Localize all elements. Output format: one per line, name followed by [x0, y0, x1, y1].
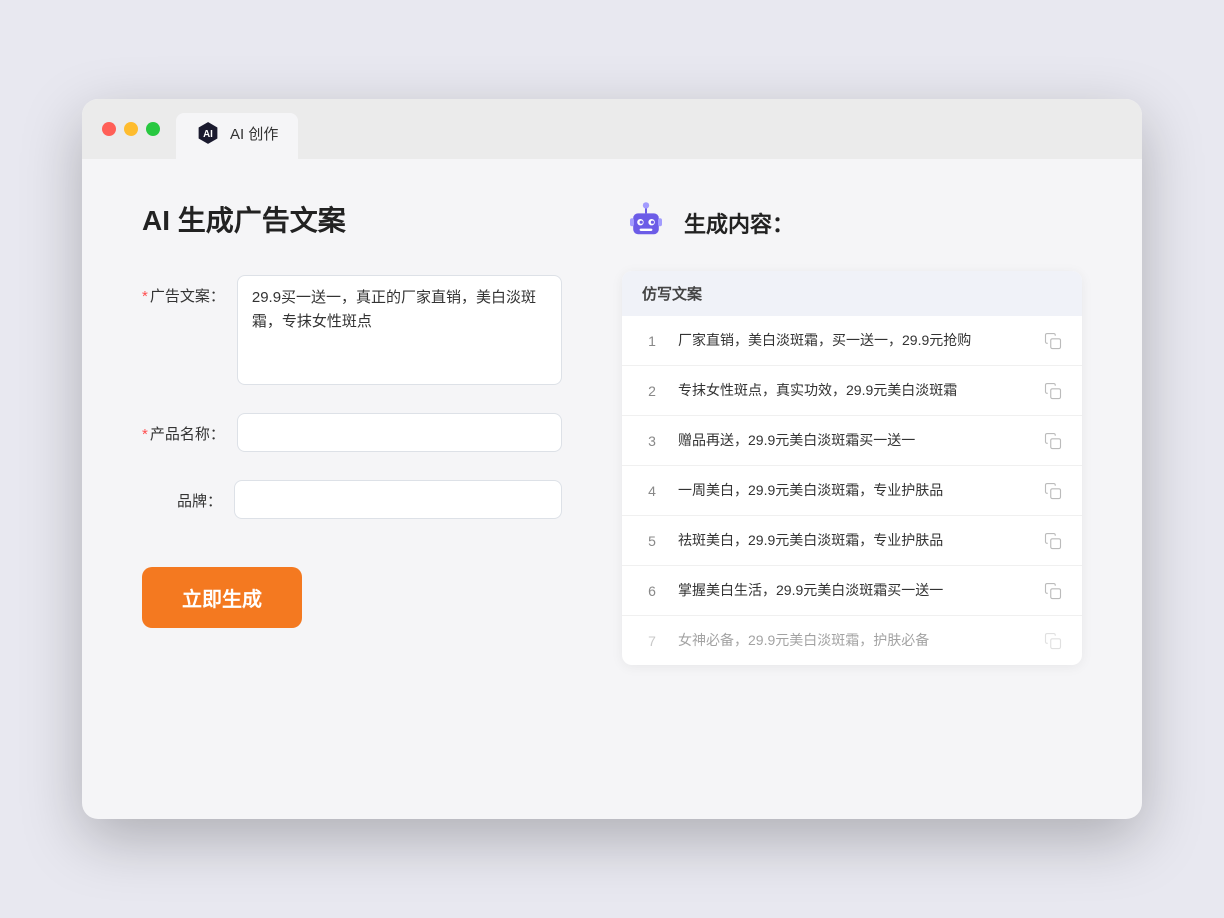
maximize-button[interactable]	[146, 122, 160, 136]
copy-icon-2[interactable]	[1044, 382, 1062, 400]
row-text-3: 赠品再送，29.9元美白淡斑霜买一送一	[678, 430, 1028, 451]
table-row: 3 赠品再送，29.9元美白淡斑霜买一送一	[622, 416, 1082, 466]
row-number-2: 2	[642, 383, 662, 399]
left-panel: AI 生成广告文案 *广告文案： 29.9买一送一，真正的厂家直销，美白淡斑霜，…	[142, 199, 562, 665]
row-text-5: 祛斑美白，29.9元美白淡斑霜，专业护肤品	[678, 530, 1028, 551]
required-star-2: *	[142, 426, 148, 443]
row-number-5: 5	[642, 533, 662, 549]
ai-creation-tab[interactable]: AI AI 创作	[176, 113, 298, 159]
main-content: AI 生成广告文案 *广告文案： 29.9买一送一，真正的厂家直销，美白淡斑霜，…	[82, 159, 1142, 705]
table-row: 6 掌握美白生活，29.9元美白淡斑霜买一送一	[622, 566, 1082, 616]
tab-title: AI 创作	[230, 123, 278, 144]
product-name-label: *产品名称：	[142, 413, 225, 444]
row-text-4: 一周美白，29.9元美白淡斑霜，专业护肤品	[678, 480, 1028, 501]
table-row: 4 一周美白，29.9元美白淡斑霜，专业护肤品	[622, 466, 1082, 516]
generate-button[interactable]: 立即生成	[142, 567, 302, 628]
result-table: 仿写文案 1 厂家直销，美白淡斑霜，买一送一，29.9元抢购 2 专抹女性斑点，…	[622, 271, 1082, 665]
row-number-7: 7	[642, 633, 662, 649]
svg-text:AI: AI	[203, 129, 213, 140]
browser-toolbar: AI AI 创作	[82, 99, 1142, 159]
result-title: 生成内容：	[684, 207, 794, 239]
row-number-3: 3	[642, 433, 662, 449]
row-number-1: 1	[642, 333, 662, 349]
table-row: 5 祛斑美白，29.9元美白淡斑霜，专业护肤品	[622, 516, 1082, 566]
table-row: 1 厂家直销，美白淡斑霜，买一送一，29.9元抢购	[622, 316, 1082, 366]
result-header: 生成内容：	[622, 199, 1082, 247]
copy-icon-4[interactable]	[1044, 482, 1062, 500]
copy-icon-6[interactable]	[1044, 582, 1062, 600]
product-name-input[interactable]: 美白淡斑霜	[237, 413, 562, 452]
copy-icon-1[interactable]	[1044, 332, 1062, 350]
row-number-4: 4	[642, 483, 662, 499]
right-panel: 生成内容： 仿写文案 1 厂家直销，美白淡斑霜，买一送一，29.9元抢购 2 专…	[622, 199, 1082, 665]
row-text-7: 女神必备，29.9元美白淡斑霜，护肤必备	[678, 630, 1028, 651]
row-text-6: 掌握美白生活，29.9元美白淡斑霜买一送一	[678, 580, 1028, 601]
copy-icon-7[interactable]	[1044, 632, 1062, 650]
brand-label: 品牌：	[142, 480, 222, 511]
row-text-1: 厂家直销，美白淡斑霜，买一送一，29.9元抢购	[678, 330, 1028, 351]
ad-copy-label: *广告文案：	[142, 275, 225, 306]
table-header: 仿写文案	[622, 271, 1082, 316]
browser-window: AI AI 创作 AI 生成广告文案 *广告文案： 29.9买一送一，真正的厂家…	[82, 99, 1142, 819]
ai-icon: AI	[196, 121, 220, 145]
robot-icon	[622, 199, 670, 247]
table-row: 2 专抹女性斑点，真实功效，29.9元美白淡斑霜	[622, 366, 1082, 416]
copy-icon-5[interactable]	[1044, 532, 1062, 550]
close-button[interactable]	[102, 122, 116, 136]
table-row: 7 女神必备，29.9元美白淡斑霜，护肤必备	[622, 616, 1082, 665]
row-number-6: 6	[642, 583, 662, 599]
copy-icon-3[interactable]	[1044, 432, 1062, 450]
row-text-2: 专抹女性斑点，真实功效，29.9元美白淡斑霜	[678, 380, 1028, 401]
ad-copy-group: *广告文案： 29.9买一送一，真正的厂家直销，美白淡斑霜，专抹女性斑点	[142, 275, 562, 385]
product-name-group: *产品名称： 美白淡斑霜	[142, 413, 562, 452]
page-title: AI 生成广告文案	[142, 199, 562, 239]
ad-copy-input[interactable]: 29.9买一送一，真正的厂家直销，美白淡斑霜，专抹女性斑点	[237, 275, 562, 385]
brand-input[interactable]: 好白	[234, 480, 562, 519]
brand-group: 品牌： 好白	[142, 480, 562, 519]
required-star: *	[142, 288, 148, 305]
traffic-lights	[102, 122, 160, 150]
minimize-button[interactable]	[124, 122, 138, 136]
